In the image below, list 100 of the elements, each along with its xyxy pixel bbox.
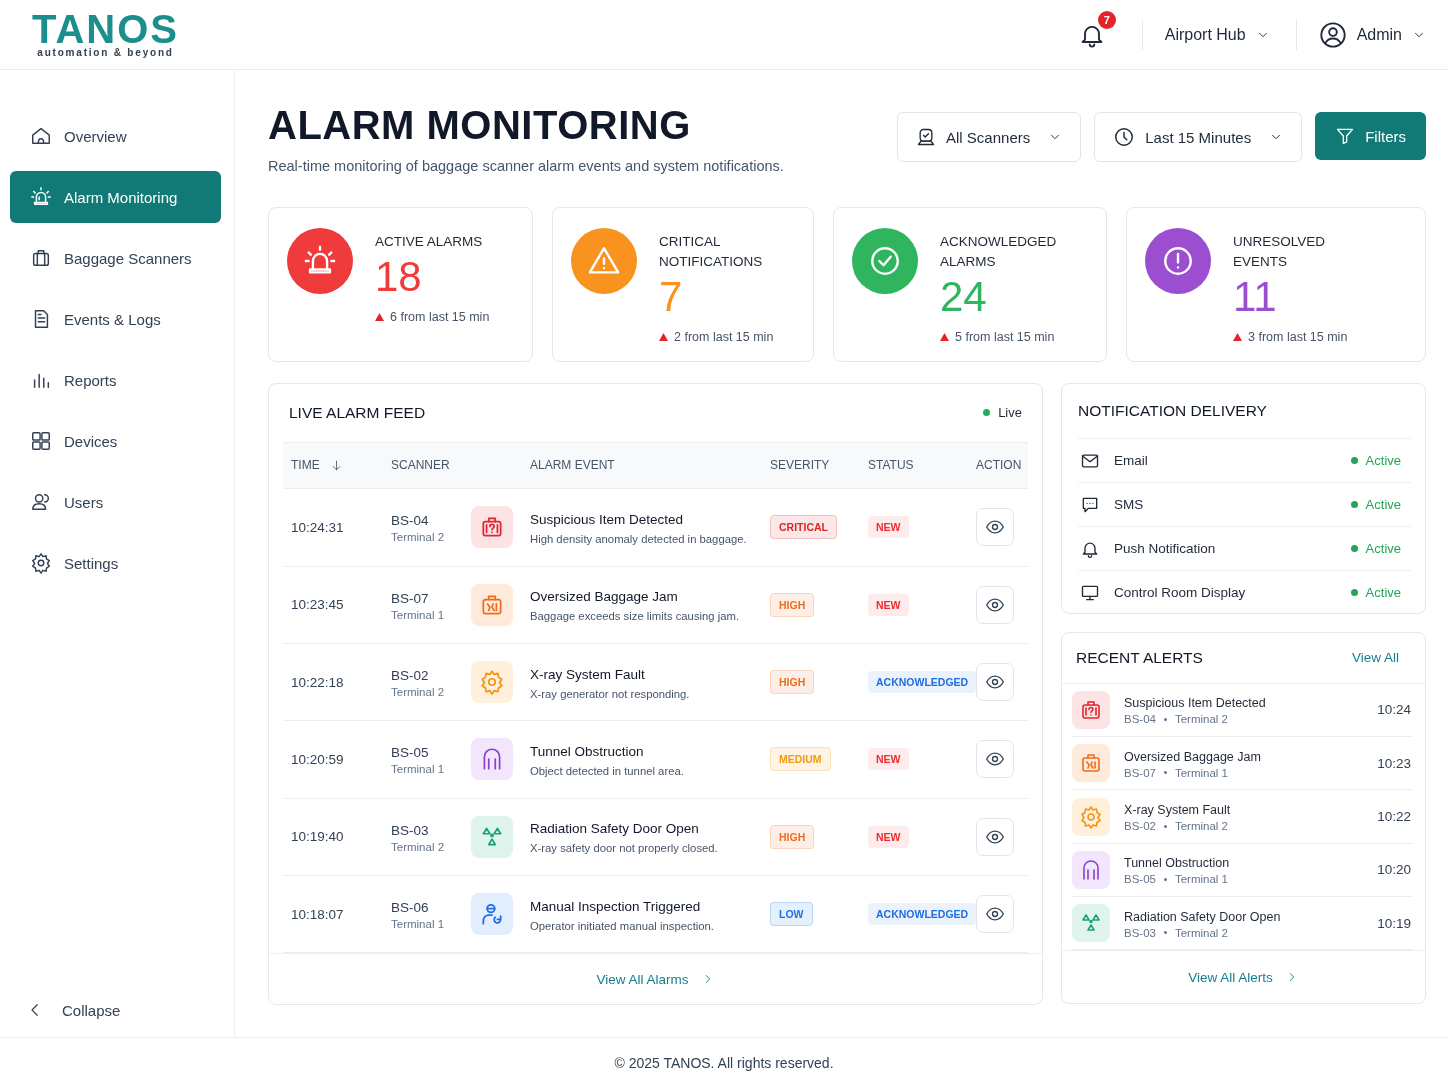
view-all-alerts-link[interactable]: View All Alerts	[1188, 969, 1299, 985]
notification-bell-button[interactable]: 7	[1077, 10, 1116, 49]
alert-time: 10:23	[1377, 755, 1411, 771]
alert-title: X-ray System Fault	[1124, 802, 1231, 819]
suitcase-question-icon	[471, 506, 513, 549]
notification-count-badge: 7	[1097, 10, 1116, 29]
column-header[interactable]: TIME	[291, 458, 320, 473]
terminal-label: Terminal 2	[1174, 713, 1229, 726]
alarm-event-description: Operator initiated manual inspection.	[530, 919, 715, 932]
separator-dot-icon	[1163, 824, 1167, 828]
sidebar-item[interactable]: Reports	[10, 354, 221, 406]
alarm-event-description: Object detected in tunnel area.	[530, 764, 685, 777]
stat-value: 24	[940, 274, 988, 320]
channel-status: Active	[1365, 453, 1401, 468]
arch-icon	[1072, 850, 1110, 889]
stat-trend: 6 from last 15 min	[390, 310, 490, 324]
sidebar-item[interactable]: Overview	[10, 110, 221, 162]
person-icon	[471, 893, 513, 936]
sidebar-item[interactable]: Alarm Monitoring	[10, 171, 221, 223]
collapse-button[interactable]: Collapse	[10, 1001, 221, 1019]
terminal-label: Terminal 2	[1174, 926, 1229, 939]
terminal-label: Terminal 2	[391, 531, 446, 544]
alarm-event-description: High density anomaly detected in baggage.	[530, 532, 748, 545]
column-header: SEVERITY	[770, 458, 831, 473]
sidebar-item[interactable]: Users	[10, 476, 221, 528]
alarm-event-title: Suspicious Item Detected	[530, 510, 685, 529]
status-badge: NEW	[868, 748, 909, 771]
suitcase-icon	[471, 583, 513, 626]
terminal-label: Terminal 1	[391, 608, 446, 621]
status-badge: NEW	[868, 516, 909, 539]
alert-time: 10:19	[1377, 915, 1411, 931]
severity-badge: MEDIUM	[770, 747, 831, 772]
scanner-id: BS-02	[391, 667, 430, 686]
terminal-label: Terminal 1	[1174, 873, 1229, 886]
view-all-link[interactable]: View All	[1351, 650, 1399, 666]
severity-badge: CRITICAL	[770, 515, 837, 540]
column-header: ACTION	[976, 458, 1023, 473]
alarm-event-title: X-ray System Fault	[530, 665, 646, 684]
terminal-label: Terminal 2	[1174, 820, 1229, 832]
severity-badge: HIGH	[770, 670, 815, 695]
stat-value: 7	[659, 274, 684, 320]
stat-label: UNRESOLVED EVENTS	[1233, 233, 1327, 271]
users-icon	[30, 491, 52, 513]
stat-label: ACTIVE ALARMS	[375, 233, 484, 251]
view-button[interactable]	[976, 585, 1014, 624]
time-cell-text: 10:20:59	[291, 751, 345, 767]
time-cell-text: 10:18:07	[291, 906, 345, 922]
channel-name: Control Room Display	[1114, 585, 1246, 600]
view-button[interactable]	[976, 817, 1014, 856]
gear-icon	[471, 661, 513, 704]
status-badge: ACKNOWLEDGED	[868, 671, 977, 694]
suitcase-icon	[30, 247, 52, 269]
sidebar-item[interactable]: Baggage Scanners	[10, 232, 221, 284]
severity-badge: LOW	[770, 902, 813, 927]
separator-dot-icon	[1163, 717, 1167, 721]
time-range-dropdown[interactable]: Last 15 Minutes	[1094, 112, 1303, 162]
view-all-alarms-link[interactable]: View All Alarms	[596, 971, 715, 987]
sidebar-item[interactable]: Devices	[10, 415, 221, 467]
alert-time: 10:20	[1377, 862, 1411, 878]
live-label: Live	[998, 405, 1022, 421]
card-title: LIVE ALARM FEED	[289, 403, 426, 422]
view-button[interactable]	[976, 740, 1014, 779]
view-button[interactable]	[976, 895, 1014, 934]
copyright-text: © 2025 TANOS. All rights reserved.	[614, 1054, 834, 1071]
alert-time: 10:24	[1377, 702, 1411, 718]
terminal-label: Terminal 1	[1174, 766, 1229, 779]
siren-icon	[30, 186, 52, 208]
filters-button[interactable]: Filters	[1315, 112, 1426, 160]
radiation-icon	[471, 815, 513, 858]
arch-icon	[471, 738, 513, 781]
scanner-id: BS-07	[1124, 766, 1156, 779]
scanner-icon	[916, 127, 937, 147]
alarm-event-description: X-ray generator not responding.	[530, 687, 691, 700]
channel-name: Push Notification	[1114, 541, 1216, 556]
view-button[interactable]	[976, 663, 1014, 702]
status-badge: ACKNOWLEDGED	[868, 903, 977, 926]
location-dropdown[interactable]: Airport Hub	[1164, 25, 1270, 44]
suitcase-question-icon	[1072, 690, 1110, 729]
separator-dot-icon	[1163, 771, 1167, 775]
scanner-id: BS-03	[391, 821, 430, 840]
alarm-event-description: Baggage exceeds size limits causing jam.	[530, 610, 741, 623]
suitcase-icon	[1072, 744, 1110, 783]
sidebar-item[interactable]: Settings	[10, 537, 221, 589]
severity-badge: HIGH	[770, 592, 815, 617]
channel-status: Active	[1365, 497, 1401, 512]
channel-name: SMS	[1114, 497, 1144, 512]
scanner-id: BS-07	[391, 589, 430, 608]
scanner-dropdown[interactable]: All Scanners	[897, 112, 1082, 162]
sidebar-item[interactable]: Events & Logs	[10, 293, 221, 345]
view-button[interactable]	[976, 508, 1014, 547]
scanner-id: BS-05	[1124, 873, 1156, 886]
clock-icon	[1113, 126, 1136, 148]
alert-title: Oversized Baggage Jam	[1124, 748, 1261, 766]
terminal-label: Terminal 1	[391, 918, 446, 931]
stat-label: CRITICAL NOTIFICATIONS	[659, 233, 764, 271]
channel-status: Active	[1365, 541, 1401, 556]
user-menu[interactable]: Admin	[1318, 20, 1426, 49]
home-icon	[30, 125, 52, 147]
separator-dot-icon	[1163, 931, 1167, 935]
status-badge: NEW	[868, 593, 909, 616]
